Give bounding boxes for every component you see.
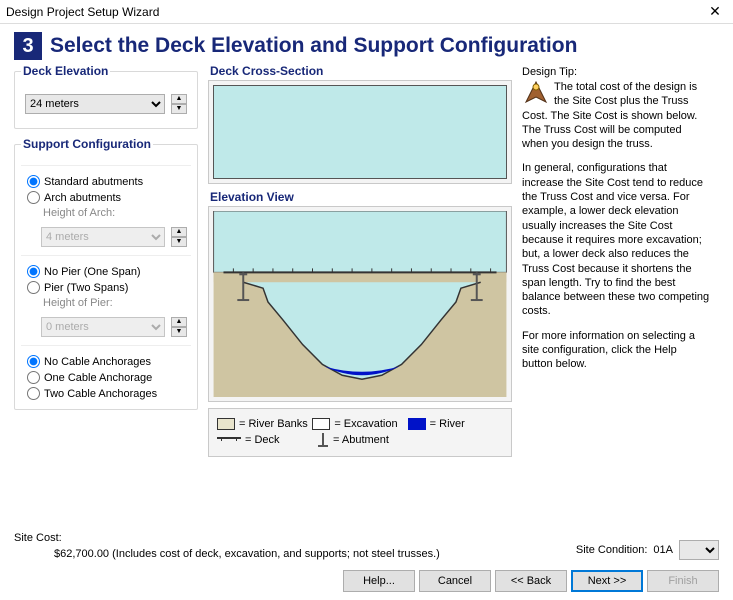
site-cost-value: $62,700.00 (Includes cost of deck, excav… — [54, 548, 576, 560]
elevation-panel — [208, 206, 512, 402]
tip-paragraph-3: For more information on selecting a site… — [522, 329, 710, 372]
wizard-buttons: Help... Cancel << Back Next >> Finish — [343, 570, 719, 592]
radio-pier[interactable]: Pier (Two Spans) — [27, 281, 185, 294]
radio-no-anchor[interactable]: No Cable Anchorages — [27, 355, 185, 368]
window-title: Design Project Setup Wizard — [6, 5, 703, 19]
arch-height-spinner: ▲▼ — [171, 227, 187, 247]
support-config-group: Support Configuration Standard abutments… — [14, 137, 198, 410]
cross-section-view — [213, 85, 507, 179]
cancel-button[interactable]: Cancel — [419, 570, 491, 592]
cross-section-label: Deck Cross-Section — [210, 64, 512, 78]
swatch-excavation — [312, 418, 330, 430]
help-button[interactable]: Help... — [343, 570, 415, 592]
deck-elevation-select[interactable]: 24 meters — [25, 94, 165, 114]
content: 3 Select the Deck Elevation and Support … — [0, 24, 733, 457]
arch-height-label: Height of Arch: — [43, 207, 191, 219]
step-number: 3 — [14, 32, 42, 60]
deck-elevation-spinner[interactable]: ▲▼ — [171, 94, 187, 114]
compass-icon — [522, 80, 550, 108]
pier-height-select: 0 meters — [41, 317, 165, 337]
elevation-label: Elevation View — [210, 190, 512, 204]
legend-panel: = River Banks = Excavation = River = Dec… — [208, 408, 512, 457]
radio-arch-abutments[interactable]: Arch abutments — [27, 191, 185, 204]
radio-no-pier[interactable]: No Pier (One Span) — [27, 265, 185, 278]
design-tip: Design Tip: The total cost of the design… — [522, 64, 710, 457]
close-icon[interactable]: ✕ — [703, 3, 727, 20]
tip-paragraph-2: In general, configurations that increase… — [522, 161, 710, 318]
site-condition-value: 01A — [653, 544, 673, 556]
pier-height-spinner: ▲▼ — [171, 317, 187, 337]
titlebar: Design Project Setup Wizard ✕ — [0, 0, 733, 24]
site-condition-select[interactable] — [679, 540, 719, 560]
swatch-river-banks — [217, 418, 235, 430]
design-tip-header: Design Tip: — [522, 66, 710, 78]
radio-standard-abutments[interactable]: Standard abutments — [27, 175, 185, 188]
radio-one-anchor[interactable]: One Cable Anchorage — [27, 371, 185, 384]
deck-elevation-group: Deck Elevation 24 meters ▲▼ — [14, 64, 198, 129]
site-condition-label: Site Condition: — [576, 544, 648, 556]
swatch-river — [408, 418, 426, 430]
tip-paragraph-1: The total cost of the design is the Site… — [522, 80, 710, 151]
radio-two-anchor[interactable]: Two Cable Anchorages — [27, 387, 185, 400]
cross-section-panel — [208, 80, 512, 184]
arch-height-select: 4 meters — [41, 227, 165, 247]
next-button[interactable]: Next >> — [571, 570, 643, 592]
step-heading: 3 Select the Deck Elevation and Support … — [14, 32, 719, 60]
step-title: Select the Deck Elevation and Support Co… — [50, 34, 577, 58]
finish-button: Finish — [647, 570, 719, 592]
swatch-abutment-icon — [317, 433, 329, 447]
support-config-legend: Support Configuration — [21, 137, 153, 151]
deck-elevation-legend: Deck Elevation — [21, 64, 110, 78]
pier-height-label: Height of Pier: — [43, 297, 191, 309]
back-button[interactable]: << Back — [495, 570, 567, 592]
site-cost-label: Site Cost: — [14, 532, 576, 544]
elevation-view — [213, 211, 507, 397]
swatch-deck-icon — [217, 437, 241, 443]
